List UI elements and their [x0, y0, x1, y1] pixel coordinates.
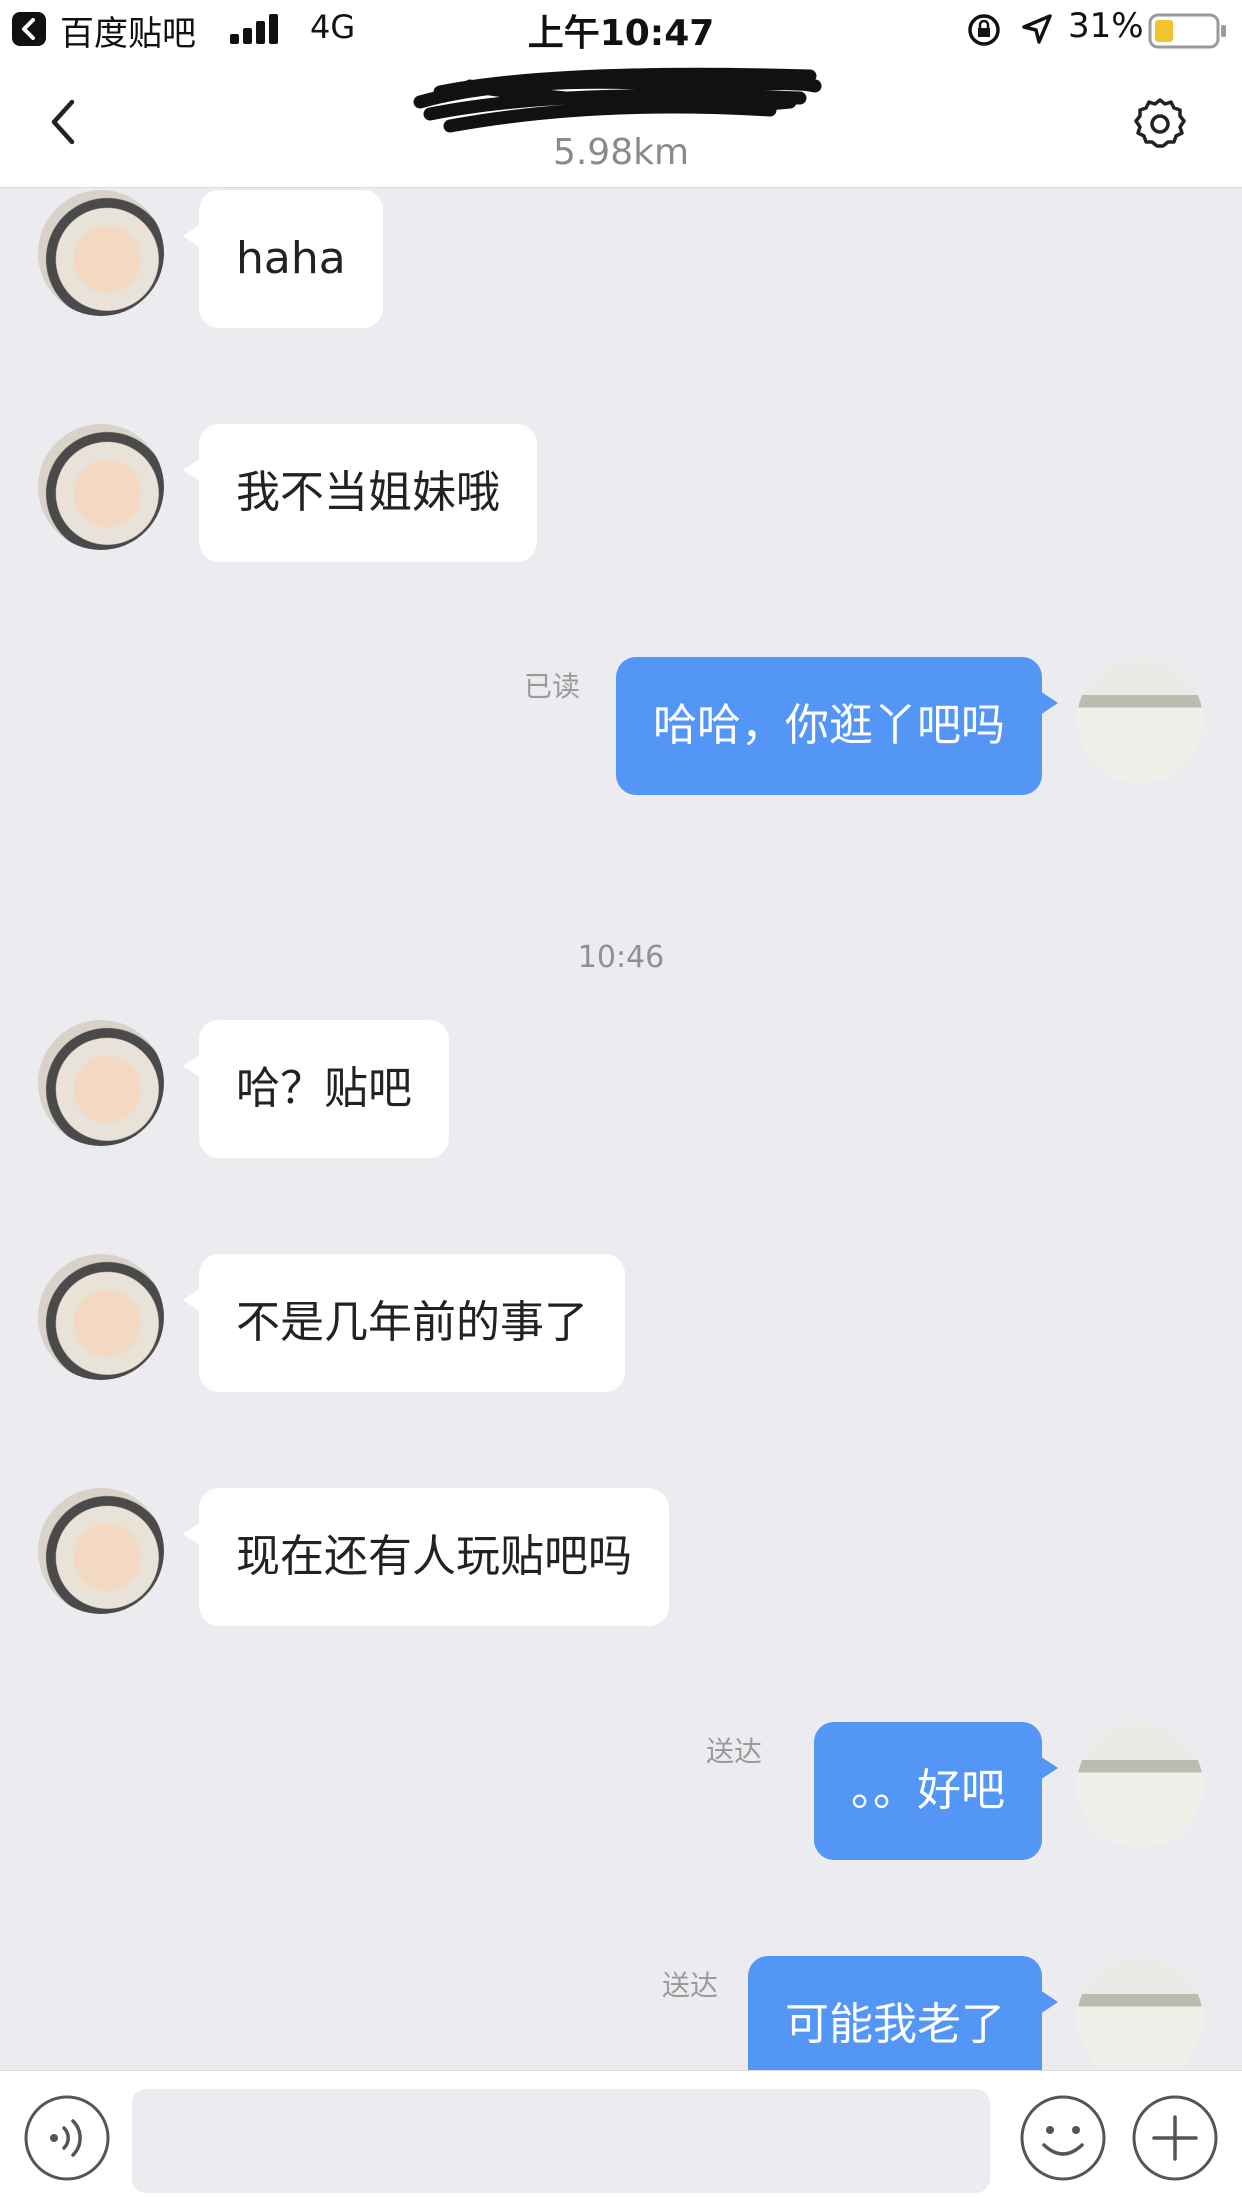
delivered-status: 送达 [662, 1969, 719, 2002]
contact-avatar[interactable] [38, 424, 164, 550]
contact-avatar[interactable] [38, 1488, 164, 1614]
delivered-status: 送达 [706, 1735, 763, 1768]
rotation-lock-icon [968, 14, 1000, 46]
battery-percent: 31% [1068, 6, 1144, 46]
battery-icon [1148, 13, 1226, 49]
incoming-message-bubble[interactable]: 我不当姐妹哦 [183, 424, 537, 562]
nav-bar: 5.98km [0, 58, 1242, 188]
my-avatar[interactable] [1077, 657, 1203, 783]
chat-area[interactable]: haha 我不当姐妹哦 已读 哈哈，你逛丫吧吗 10:46 哈？贴吧 不是几年前… [0, 0, 1242, 2070]
my-avatar[interactable] [1077, 1722, 1203, 1848]
gear-icon[interactable] [1130, 94, 1190, 154]
incoming-message-bubble[interactable]: haha [183, 190, 383, 328]
clock: 上午10:47 [527, 13, 715, 54]
incoming-message-bubble[interactable]: 哈？贴吧 [183, 1020, 449, 1158]
contact-avatar[interactable] [38, 1254, 164, 1380]
message-input[interactable] [132, 2089, 990, 2193]
redacted-contact-name [413, 67, 822, 133]
outgoing-message-bubble[interactable]: 可能我老了 [748, 1956, 1058, 2070]
read-status: 已读 [524, 670, 581, 703]
location-icon [1022, 14, 1052, 44]
status-bar: 百度贴吧 4G 上午10:47 31% [0, 0, 1242, 58]
message-timestamp: 10:46 [577, 940, 665, 975]
incoming-message-bubble[interactable]: 现在还有人玩贴吧吗 [183, 1488, 669, 1626]
input-bar [0, 2070, 1242, 2205]
contact-avatar[interactable] [38, 1020, 164, 1146]
voice-icon[interactable] [22, 2093, 112, 2183]
contact-avatar[interactable] [38, 190, 164, 316]
outgoing-message-bubble[interactable]: 。。好吧 [814, 1722, 1058, 1860]
incoming-message-bubble[interactable]: 不是几年前的事了 [183, 1254, 625, 1392]
my-avatar[interactable] [1077, 1956, 1203, 2070]
emoji-icon[interactable] [1018, 2093, 1108, 2183]
contact-distance: 5.98km [552, 132, 690, 173]
outgoing-message-bubble[interactable]: 哈哈，你逛丫吧吗 [616, 657, 1058, 795]
plus-icon[interactable] [1130, 2093, 1220, 2183]
